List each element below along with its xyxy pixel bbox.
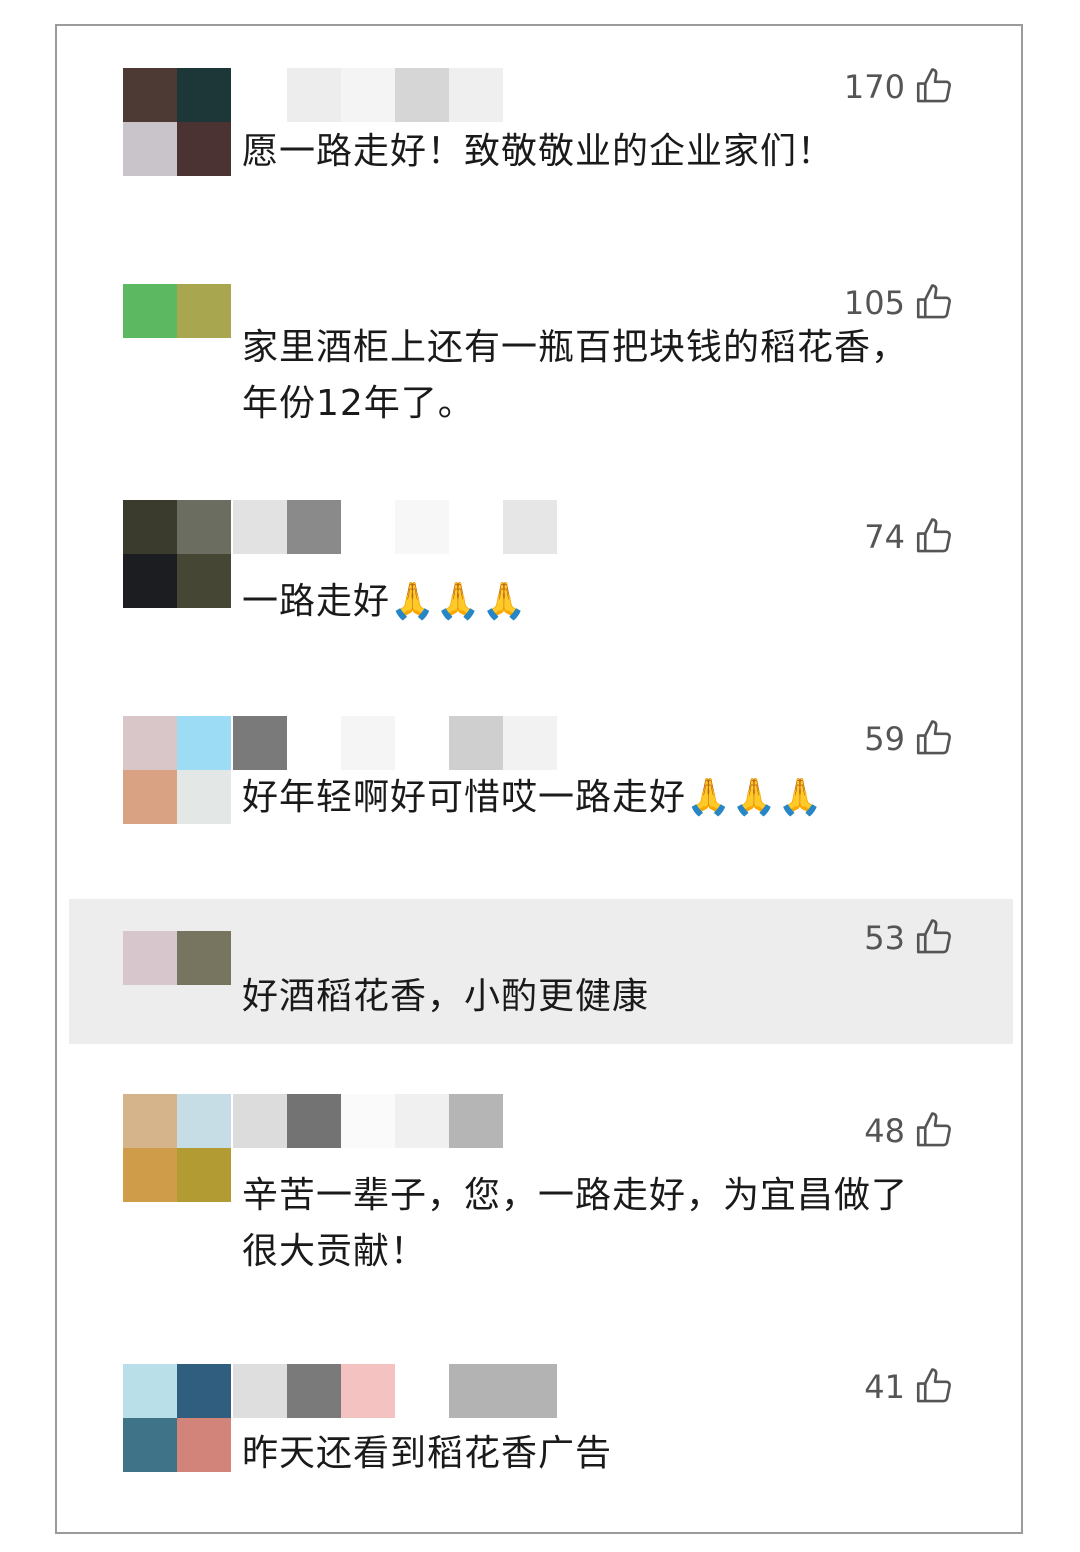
like-count: 170 [843, 68, 905, 106]
thumbs-up-icon[interactable] [913, 66, 955, 108]
username-blur-block [287, 716, 341, 770]
avatar[interactable] [123, 68, 231, 176]
avatar-pixel [177, 1418, 231, 1472]
comment-text: 昨天还看到稻花香广告 [242, 1433, 613, 1474]
username-blur-block [287, 1364, 341, 1418]
username-blur-block [503, 500, 557, 554]
avatar-pixel [177, 122, 231, 176]
avatar-pixel [177, 770, 231, 824]
username-blur-block [233, 1364, 287, 1418]
username-blur-block [449, 1364, 503, 1418]
comment-list-frame: 170 愿一路走好！致敬敬业的企业家们！ 105 家里酒柜上还有一瓶百把块钱的稻… [55, 24, 1023, 1534]
comment-text: 愿一路走好！致敬敬业的企业家们！ [242, 131, 835, 172]
avatar-pixel [123, 1364, 177, 1418]
username-blur-block [503, 1364, 557, 1418]
username-blur-block [341, 68, 395, 122]
avatar-pixel [123, 554, 177, 608]
thumbs-up-icon[interactable] [913, 917, 955, 959]
avatar-pixel [123, 122, 177, 176]
thumbs-up-icon[interactable] [913, 1110, 955, 1152]
username-blur-block [449, 1094, 503, 1148]
username-blur-block [395, 500, 449, 554]
username-blurred[interactable] [287, 68, 503, 122]
username-blur-block [449, 68, 503, 122]
avatar-pixel [123, 284, 177, 338]
username-blur-block [395, 1364, 449, 1418]
username-blur-block [233, 500, 287, 554]
username-blur-block [287, 68, 341, 122]
like-count: 41 [864, 1368, 905, 1406]
avatar-pixel [123, 500, 177, 554]
username-blur-block [341, 1364, 395, 1418]
thumbs-up-icon[interactable] [913, 1366, 955, 1408]
thumbs-up-icon[interactable] [913, 516, 955, 558]
avatar-pixel [177, 500, 231, 554]
username-blurred[interactable] [233, 716, 557, 770]
like-control[interactable]: 53 [864, 917, 955, 959]
avatar-pixel [123, 1418, 177, 1472]
username-blur-block [449, 716, 503, 770]
avatar-pixel [177, 1094, 231, 1148]
avatar-pixel [123, 770, 177, 824]
username-blur-block [233, 1094, 287, 1148]
avatar-pixel [123, 1094, 177, 1148]
like-control[interactable]: 170 [844, 66, 955, 108]
avatar[interactable] [123, 284, 231, 338]
avatar[interactable] [123, 716, 231, 824]
username-blur-block [395, 1094, 449, 1148]
avatar-pixel [123, 1148, 177, 1202]
username-blurred[interactable] [233, 1364, 557, 1418]
avatar-pixel [177, 554, 231, 608]
avatar-pixel [177, 68, 231, 122]
username-blur-block [287, 500, 341, 554]
like-control[interactable]: 105 [844, 282, 955, 324]
avatar[interactable] [123, 931, 231, 985]
username-blur-block [395, 68, 449, 122]
avatar[interactable] [123, 1094, 231, 1202]
username-blur-block [341, 500, 395, 554]
username-blurred[interactable] [233, 500, 557, 554]
username-blur-block [287, 1094, 341, 1148]
comment-text: 好酒稻花香，小酌更健康 [242, 976, 650, 1017]
comment-text: 一路走好🙏🙏🙏 [242, 581, 528, 622]
like-count: 48 [864, 1112, 905, 1150]
avatar-pixel [123, 716, 177, 770]
like-control[interactable]: 59 [864, 718, 955, 760]
avatar[interactable] [123, 1364, 231, 1472]
like-count: 59 [864, 720, 905, 758]
avatar-pixel [177, 284, 231, 338]
comment-text: 好年轻啊好可惜哎一路走好🙏🙏🙏 [242, 777, 824, 818]
username-blur-block [395, 716, 449, 770]
avatar-pixel [177, 1148, 231, 1202]
like-control[interactable]: 48 [864, 1110, 955, 1152]
thumbs-up-icon[interactable] [913, 282, 955, 324]
like-control[interactable]: 41 [864, 1366, 955, 1408]
like-count: 74 [864, 518, 905, 556]
like-control[interactable]: 74 [864, 516, 955, 558]
avatar-pixel [123, 931, 177, 985]
username-blur-block [233, 716, 287, 770]
username-blurred[interactable] [233, 1094, 503, 1148]
comment-text: 辛苦一辈子，您，一路走好，为宜昌做了 很大贡献！ [242, 1175, 909, 1272]
username-blur-block [449, 500, 503, 554]
avatar-pixel [177, 716, 231, 770]
username-blur-block [503, 716, 557, 770]
like-count: 105 [843, 284, 905, 322]
avatar-pixel [123, 68, 177, 122]
thumbs-up-icon[interactable] [913, 718, 955, 760]
username-blur-block [341, 1094, 395, 1148]
avatar-pixel [177, 931, 231, 985]
avatar-pixel [177, 1364, 231, 1418]
username-blur-block [341, 716, 395, 770]
like-count: 53 [864, 919, 905, 957]
avatar[interactable] [123, 500, 231, 608]
comment-text: 家里酒柜上还有一瓶百把块钱的稻花香， 年份12年了。 [242, 327, 909, 424]
